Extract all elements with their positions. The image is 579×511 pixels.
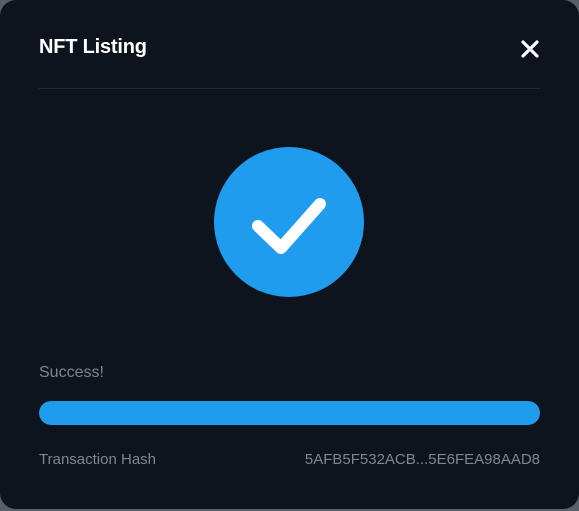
checkmark-icon <box>252 198 326 254</box>
nft-listing-modal: NFT Listing Success! Transaction Hash 5A… <box>0 0 579 509</box>
success-indicator <box>214 147 364 297</box>
transaction-hash-label: Transaction Hash <box>39 451 156 468</box>
progress-bar-fill <box>39 401 540 425</box>
transaction-hash-value: 5AFB5F532ACB...5E6FEA98AAD8 <box>304 451 540 468</box>
modal-header: NFT Listing <box>39 0 540 89</box>
close-icon <box>521 40 539 58</box>
modal-title: NFT Listing <box>39 36 147 58</box>
status-text: Success! <box>39 364 104 381</box>
progress-bar <box>39 401 540 425</box>
close-button[interactable] <box>520 39 540 59</box>
